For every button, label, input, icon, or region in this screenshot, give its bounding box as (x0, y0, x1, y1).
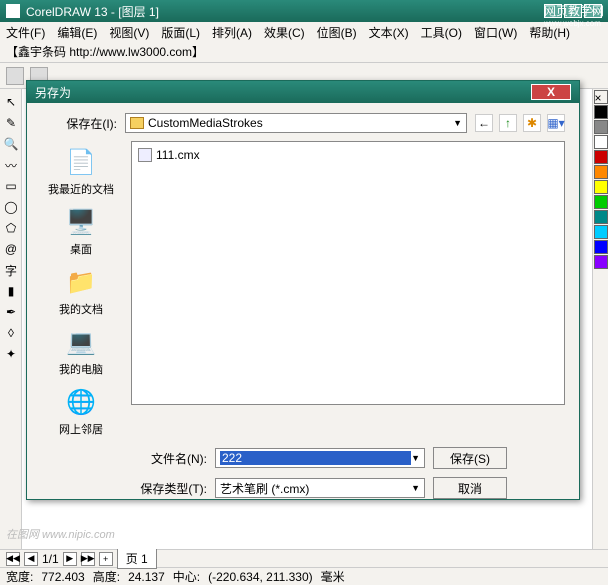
menu-barcode-ad[interactable]: 【鑫宇条码 http://www.lw3000.com】 (6, 43, 204, 60)
file-cmx-icon (138, 148, 152, 162)
filename-label: 文件名(N): (131, 450, 207, 467)
menu-effects[interactable]: 效果(C) (264, 24, 305, 41)
save-in-label: 保存在(I): (41, 115, 117, 132)
status-center: (-220.634, 211.330) (208, 570, 313, 584)
recent-docs-icon: 📄 (64, 145, 98, 179)
app-icon (6, 4, 20, 18)
polygon-tool-icon[interactable]: ⬠ (2, 219, 20, 237)
page-prev-button[interactable]: ◀ (24, 552, 38, 566)
page-last-button[interactable]: ▶▶ (81, 552, 95, 566)
place-recent[interactable]: 📄 我最近的文档 (48, 145, 114, 197)
swatch-red[interactable] (594, 150, 608, 164)
menu-window[interactable]: 窗口(W) (474, 24, 517, 41)
filetype-value: 艺术笔刷 (*.cmx) (220, 480, 411, 497)
status-width: 772.403 (41, 570, 84, 584)
status-height-label: 高度: (93, 568, 120, 585)
swatch-none[interactable]: × (594, 90, 608, 104)
page-navigator: ◀◀ ◀ 1/1 ▶ ▶▶ + 页 1 (0, 549, 608, 567)
status-width-label: 宽度: (6, 568, 33, 585)
save-in-path: CustomMediaStrokes (148, 116, 263, 130)
zoom-tool-icon[interactable]: 🔍 (2, 135, 20, 153)
fill-tool-icon[interactable]: ▮ (2, 282, 20, 300)
filename-input[interactable]: 222 ▼ (215, 448, 425, 468)
pick-tool-icon[interactable]: ↖ (2, 93, 20, 111)
menubar: 文件(F) 编辑(E) 视图(V) 版面(L) 排列(A) 效果(C) 位图(B… (0, 22, 608, 63)
filetype-combo[interactable]: 艺术笔刷 (*.cmx) ▼ (215, 478, 425, 498)
network-icon: 🌐 (64, 385, 98, 419)
ellipse-tool-icon[interactable]: ◯ (2, 198, 20, 216)
filetype-label: 保存类型(T): (131, 480, 207, 497)
menu-view[interactable]: 视图(V) (109, 24, 149, 41)
dialog-close-button[interactable]: X (531, 84, 571, 100)
freehand-tool-icon[interactable]: 〰 (2, 156, 20, 174)
swatch-purple[interactable] (594, 255, 608, 269)
swatch-gray[interactable] (594, 120, 608, 134)
save-as-dialog: 另存为 X 保存在(I): CustomMediaStrokes ▼ ← ↑ ✱… (26, 80, 580, 500)
menu-edit[interactable]: 编辑(E) (57, 24, 97, 41)
status-center-label: 中心: (173, 568, 200, 585)
save-button[interactable]: 保存(S) (433, 447, 507, 469)
place-network[interactable]: 🌐 网上邻居 (59, 385, 103, 437)
color-palette: × (592, 89, 608, 549)
place-mycomputer[interactable]: 💻 我的电脑 (59, 325, 103, 377)
app-titlebar: CorelDRAW 13 - [图层 1] _ □ × (0, 0, 608, 22)
file-list[interactable]: 111.cmx (131, 141, 565, 405)
rect-tool-icon[interactable]: ▭ (2, 177, 20, 195)
cancel-button[interactable]: 取消 (433, 477, 507, 499)
menu-arrange[interactable]: 排列(A) (212, 24, 252, 41)
page-first-button[interactable]: ◀◀ (6, 552, 20, 566)
shape-tool-icon[interactable]: ✎ (2, 114, 20, 132)
swatch-blue[interactable] (594, 240, 608, 254)
file-name: 111.cmx (156, 148, 200, 162)
chevron-down-icon: ▼ (453, 118, 462, 128)
file-item[interactable]: 111.cmx (136, 146, 560, 164)
mydocs-icon: 📁 (64, 265, 98, 299)
page-next-button[interactable]: ▶ (63, 552, 77, 566)
outline-tool-icon[interactable]: ◊ (2, 324, 20, 342)
place-desktop[interactable]: 🖥️ 桌面 (64, 205, 98, 257)
swatch-green[interactable] (594, 195, 608, 209)
text-tool-icon[interactable]: 字 (2, 261, 20, 279)
nav-views-icon[interactable]: ▦▾ (547, 114, 565, 132)
status-height: 24.137 (128, 570, 165, 584)
toolbar-new-icon[interactable] (6, 67, 24, 85)
save-in-combo[interactable]: CustomMediaStrokes ▼ (125, 113, 467, 133)
swatch-cyan[interactable] (594, 225, 608, 239)
image-watermark: 在图网 www.nipic.com (6, 526, 115, 542)
interactive-tool-icon[interactable]: ✦ (2, 345, 20, 363)
folder-icon (130, 117, 144, 129)
left-toolbox: ↖ ✎ 🔍 〰 ▭ ◯ ⬠ @ 字 ▮ ✒ ◊ ✦ (0, 89, 22, 549)
menu-layout[interactable]: 版面(L) (161, 24, 200, 41)
dialog-titlebar: 另存为 X (27, 81, 579, 103)
app-title: CorelDRAW 13 - [图层 1] (26, 3, 159, 20)
dialog-title: 另存为 (35, 84, 71, 101)
nav-up-icon[interactable]: ↑ (499, 114, 517, 132)
places-bar: 📄 我最近的文档 🖥️ 桌面 📁 我的文档 💻 我的电脑 🌐 网上 (41, 141, 121, 437)
menu-text[interactable]: 文本(X) (369, 24, 409, 41)
swatch-yellow[interactable] (594, 180, 608, 194)
swatch-teal[interactable] (594, 210, 608, 224)
swatch-black[interactable] (594, 105, 608, 119)
page-add-button[interactable]: + (99, 552, 113, 566)
menu-tools[interactable]: 工具(O) (421, 24, 462, 41)
status-unit: 毫米 (321, 568, 345, 585)
chevron-down-icon: ▼ (411, 483, 420, 493)
place-mydocs[interactable]: 📁 我的文档 (59, 265, 103, 317)
mycomputer-icon: 💻 (64, 325, 98, 359)
page-tab[interactable]: 页 1 (117, 548, 157, 569)
desktop-icon: 🖥️ (64, 205, 98, 239)
nav-back-icon[interactable]: ← (475, 114, 493, 132)
nav-newfolder-icon[interactable]: ✱ (523, 114, 541, 132)
filename-value: 222 (220, 451, 411, 465)
swatch-white[interactable] (594, 135, 608, 149)
menu-file[interactable]: 文件(F) (6, 24, 45, 41)
spiral-tool-icon[interactable]: @ (2, 240, 20, 258)
swatch-orange[interactable] (594, 165, 608, 179)
brand-watermark: 网页教学网 www.webjx.com (544, 2, 604, 28)
page-counter: 1/1 (42, 552, 59, 566)
chevron-down-icon: ▼ (411, 453, 420, 463)
menu-bitmap[interactable]: 位图(B) (317, 24, 357, 41)
eyedrop-tool-icon[interactable]: ✒ (2, 303, 20, 321)
